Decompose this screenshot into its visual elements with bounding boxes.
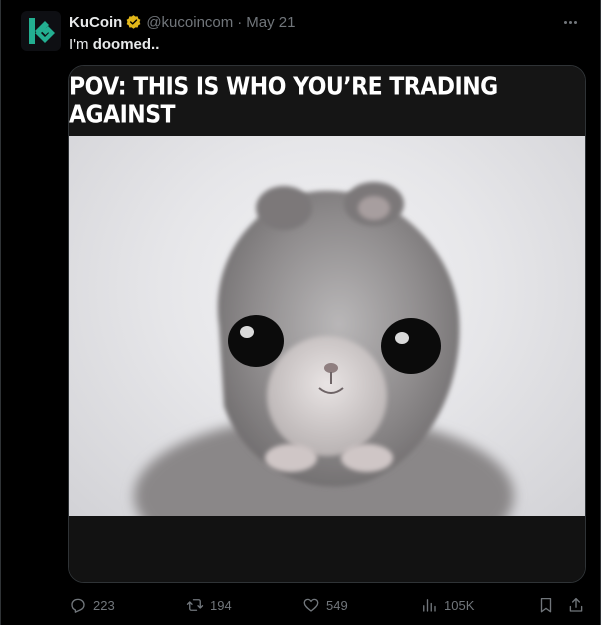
tweet-header: KuCoin @kucoincom · May 21 <box>69 12 295 32</box>
verified-badge-icon[interactable] <box>125 14 142 31</box>
like-button[interactable]: 549 <box>302 594 348 616</box>
media-video[interactable]: POV: THIS IS WHO YOU’RE TRADING AGAINST <box>68 65 586 583</box>
reply-count: 223 <box>93 597 115 613</box>
heart-icon <box>303 598 319 612</box>
tweet-text-prefix: I'm <box>69 36 93 53</box>
repost-button[interactable]: 194 <box>186 594 232 616</box>
media-caption: POV: THIS IS WHO YOU’RE TRADING AGAINST <box>69 73 498 129</box>
action-bar: 223 194 549 105K <box>69 594 589 616</box>
media-caption-bar: POV: THIS IS WHO YOU’RE TRADING AGAINST <box>69 66 585 136</box>
share-icon <box>569 597 583 612</box>
tweet-text: I'm doomed.. <box>69 35 159 55</box>
display-name[interactable]: KuCoin <box>69 14 122 31</box>
views-count: 105K <box>444 597 475 613</box>
separator: · <box>237 13 243 31</box>
bookmark-button[interactable] <box>537 594 555 616</box>
views-button[interactable]: 105K <box>420 594 474 616</box>
tweet[interactable]: KuCoin @kucoincom · May 21 I'm doomed.. … <box>0 0 601 625</box>
more-dots-icon[interactable] <box>560 12 580 32</box>
handle[interactable]: @kucoincom <box>146 14 233 31</box>
analytics-icon <box>423 599 436 612</box>
hamster-photo <box>69 136 585 516</box>
avatar[interactable] <box>21 11 61 51</box>
repost-icon <box>186 599 204 611</box>
repost-count: 194 <box>210 597 232 613</box>
bookmark-icon <box>540 597 552 613</box>
reply-icon <box>71 598 85 613</box>
tweet-date[interactable]: May 21 <box>246 14 295 31</box>
tweet-text-bold: doomed.. <box>92 36 160 53</box>
like-count: 549 <box>326 597 348 613</box>
share-button[interactable] <box>567 594 585 616</box>
kucoin-logo-icon <box>29 18 55 44</box>
media-bottom-bar <box>69 516 585 582</box>
reply-button[interactable]: 223 <box>69 594 115 616</box>
